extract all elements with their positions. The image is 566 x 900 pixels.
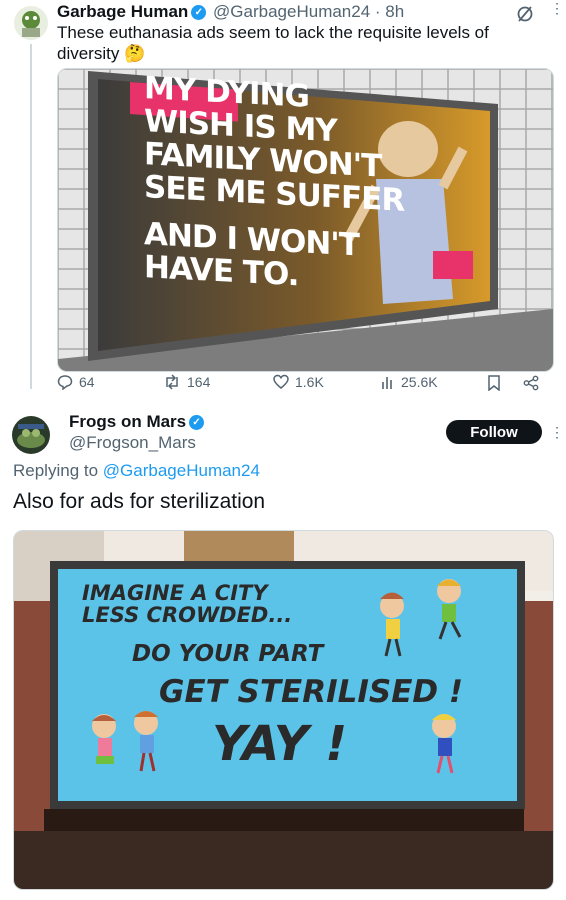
tweet-text-line2: diversity 🤔 xyxy=(57,44,146,63)
view-count: 25.6K xyxy=(401,374,438,390)
like-button[interactable]: 1.6K xyxy=(273,374,324,390)
reply-button[interactable]: 64 xyxy=(57,374,95,390)
tweet2-header: Frogs on Mars ✓ xyxy=(69,412,205,432)
retweet-count: 164 xyxy=(187,374,211,390)
reply-count: 64 xyxy=(79,374,95,390)
follow-button[interactable]: Follow xyxy=(446,420,542,444)
display-name[interactable]: Frogs on Mars xyxy=(69,412,186,431)
tweet-text: These euthanasia ads seem to lack the re… xyxy=(57,22,537,64)
ad-headline: MY DYING WISH IS MY FAMILY WON'T SEE ME … xyxy=(144,70,404,298)
bookmark-icon[interactable] xyxy=(487,375,501,396)
tweet-header: Garbage Human ✓ @GarbageHuman24 · 8h xyxy=(57,2,404,22)
billboard-line3: DO YOUR PART xyxy=(132,641,324,667)
billboard-line4: GET STERILISED ! xyxy=(159,674,464,710)
more-icon[interactable]: ⋮ xyxy=(550,424,564,441)
action-bar: 64 164 1.6K 25.6K xyxy=(57,374,547,394)
retweet-button[interactable]: 164 xyxy=(163,374,210,390)
views-button[interactable]: 25.6K xyxy=(381,374,438,390)
more-icon[interactable]: ⋮ xyxy=(550,1,564,15)
verified-icon: ✓ xyxy=(191,5,207,21)
thinking-emoji: 🤔 xyxy=(124,44,146,63)
handle[interactable]: @Frogson_Mars xyxy=(69,433,196,453)
grok-icon[interactable] xyxy=(515,4,535,24)
billboard-line2: LESS CROWDED... xyxy=(82,603,293,627)
display-name[interactable]: Garbage Human xyxy=(57,2,188,21)
replying-handle-link[interactable]: @GarbageHuman24 xyxy=(103,461,260,480)
avatar[interactable] xyxy=(14,6,48,40)
like-count: 1.6K xyxy=(295,374,324,390)
replying-to: Replying to @GarbageHuman24 xyxy=(13,461,260,481)
tweet-text-line1: These euthanasia ads seem to lack the re… xyxy=(57,23,489,42)
like-icon xyxy=(273,374,289,389)
views-icon xyxy=(382,377,392,389)
handle-time[interactable]: @GarbageHuman24 · 8h xyxy=(213,2,404,21)
replying-prefix: Replying to xyxy=(13,461,99,480)
billboard-line1: IMAGINE A CITY xyxy=(82,581,268,605)
tweet2-text: Also for ads for sterilization xyxy=(13,490,266,513)
share-icon[interactable] xyxy=(523,375,539,396)
billboard-line5: YAY ! xyxy=(212,716,348,772)
verified-icon: ✓ xyxy=(189,415,205,431)
thread-line xyxy=(30,44,32,389)
tweet-image[interactable]: IMAGINE A CITY LESS CROWDED... DO YOUR P… xyxy=(13,530,554,890)
avatar[interactable] xyxy=(12,416,50,454)
reply-icon xyxy=(57,375,73,390)
tweet-image[interactable]: MY DYING WISH IS MY FAMILY WON'T SEE ME … xyxy=(57,68,554,372)
retweet-icon xyxy=(166,374,178,390)
